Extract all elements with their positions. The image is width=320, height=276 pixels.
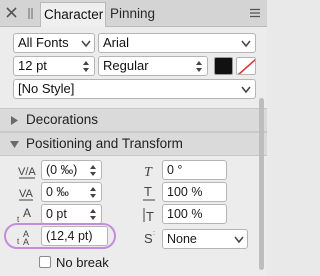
skew-field[interactable]: 0 ° xyxy=(162,160,227,180)
font-family-field[interactable]: Arial xyxy=(98,33,256,53)
kerning-icon: VA xyxy=(19,188,34,201)
font-family-value: Arial xyxy=(103,35,130,50)
tracking-icon: V/A xyxy=(18,166,36,179)
tracking-field[interactable]: (0 ‰) xyxy=(41,160,102,180)
text-stroke-swatch[interactable] xyxy=(236,57,256,75)
stepper-arrows-icon[interactable] xyxy=(89,208,97,221)
svg-text:T: T xyxy=(146,209,154,224)
close-icon[interactable] xyxy=(6,7,17,18)
stepper-arrows-icon xyxy=(83,61,89,72)
svg-text:A: A xyxy=(23,206,31,220)
no-break-label: No break xyxy=(56,255,109,270)
text-fill-swatch[interactable] xyxy=(214,57,233,75)
font-collection-value: All Fonts xyxy=(18,35,69,50)
no-color-icon xyxy=(237,58,255,74)
stepper-arrows-icon[interactable] xyxy=(89,164,97,177)
stepper-arrows-icon[interactable] xyxy=(89,186,97,199)
svg-text::: : xyxy=(153,230,155,237)
section-decorations[interactable]: Decorations xyxy=(0,108,267,132)
stepper-arrows-icon xyxy=(196,61,202,72)
baseline-field[interactable]: 0 pt xyxy=(41,204,102,224)
vertical-scale-field[interactable]: 100 % xyxy=(162,204,227,224)
baseline-value: 0 pt xyxy=(46,207,67,221)
tab-pinning[interactable]: Pinning xyxy=(107,2,158,27)
leading-highlight-ring xyxy=(4,223,116,249)
font-size-value: 12 pt xyxy=(18,58,47,73)
skew-value: 0 ° xyxy=(167,163,183,177)
section-positioning-transform[interactable]: Positioning and Transform xyxy=(0,132,267,156)
font-collection-select[interactable]: All Fonts xyxy=(13,33,95,53)
drag-grip-icon[interactable] xyxy=(28,8,34,19)
skew-icon: T xyxy=(144,165,153,180)
font-size-field[interactable]: 12 pt xyxy=(13,56,95,76)
chevron-down-icon xyxy=(241,86,251,94)
no-break-checkbox[interactable] xyxy=(39,256,51,268)
svg-text:V/A: V/A xyxy=(18,166,36,178)
kerning-field[interactable]: 0 ‰ xyxy=(41,182,102,202)
svg-text:VA: VA xyxy=(19,188,34,200)
panel-menu-icon[interactable] xyxy=(250,8,260,18)
style-value: [No Style] xyxy=(18,81,75,96)
chevron-down-icon xyxy=(81,40,91,48)
horizontal-scale-icon: T xyxy=(143,184,155,201)
vertical-scale-value: 100 % xyxy=(167,207,203,221)
kerning-value: 0 ‰ xyxy=(46,185,69,199)
font-style-select[interactable]: Regular xyxy=(98,56,208,76)
scrollbar[interactable] xyxy=(259,98,264,270)
svg-text:T: T xyxy=(144,165,153,180)
svg-text:S: S xyxy=(144,231,153,246)
chevron-down-icon xyxy=(234,236,244,244)
section-title: Positioning and Transform xyxy=(26,136,183,151)
disclosure-expanded-icon xyxy=(10,141,19,148)
superscript-icon: S : xyxy=(144,230,155,246)
chevron-down-icon xyxy=(241,40,251,48)
svg-text:T: T xyxy=(144,184,152,199)
disclosure-collapsed-icon xyxy=(11,116,18,125)
horizontal-scale-field[interactable]: 100 % xyxy=(162,182,227,202)
superscript-value: None xyxy=(167,232,197,246)
baseline-shift-icon: t A xyxy=(17,206,31,224)
vertical-scale-icon: T xyxy=(143,208,154,224)
panel-tab-bar: Character Pinning xyxy=(0,0,267,27)
font-style-value: Regular xyxy=(103,58,149,73)
section-title: Decorations xyxy=(26,112,99,127)
tracking-value: (0 ‰) xyxy=(46,163,78,177)
horizontal-scale-value: 100 % xyxy=(167,185,203,199)
superscript-select[interactable]: None xyxy=(162,229,248,249)
style-select[interactable]: [No Style] xyxy=(13,79,256,99)
tab-character[interactable]: Character xyxy=(40,2,106,27)
